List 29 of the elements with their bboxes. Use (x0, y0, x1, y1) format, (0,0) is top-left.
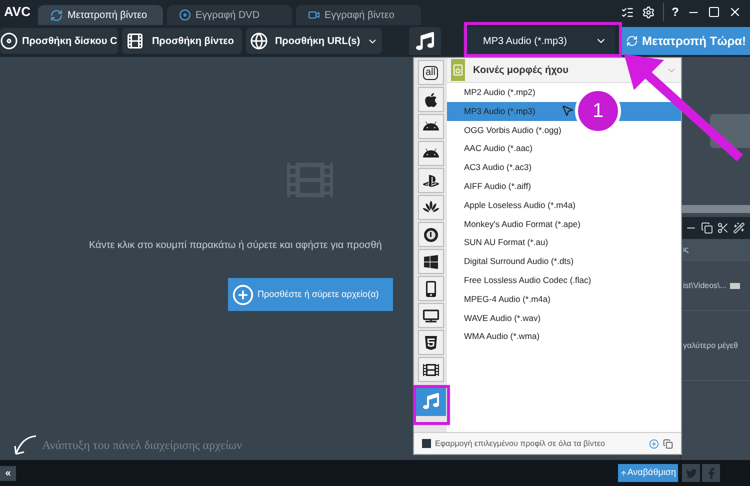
menu-header-title: Κοινές μορφές ήχου (473, 64, 570, 78)
empty-state-message: Κάντε κλικ στο κουμπί παρακάτω ή σύρετε και αφήστε για προσθή (89, 239, 382, 253)
format-item[interactable]: Apple Loseless Audio (*.m4a) (447, 196, 681, 215)
toolbar-button[interactable]: Προσθήκη δίσκου C (0, 28, 118, 54)
format-item[interactable]: AC3 Audio (*.ac3) (447, 158, 681, 177)
panel-row-text: γαλύτερο μέγεθ (682, 340, 738, 352)
format-item[interactable]: Digital Surround Audio (*.dts) (447, 252, 681, 271)
format-item[interactable]: MPEG-4 Audio (*.m4a) (447, 290, 681, 309)
toolbar-button[interactable]: Προσθήκη βίντεο (122, 28, 242, 54)
all-label: all (423, 66, 438, 80)
format-dropdown[interactable]: MP3 Audio (*.mp3) (463, 27, 615, 55)
tab[interactable]: Μετατροπή βίντεο (38, 5, 164, 25)
format-item[interactable]: AIFF Audio (*.aiff) (447, 176, 681, 196)
format-item[interactable]: Monkey's Audio Format (*.ape) (447, 214, 681, 234)
toolbar-button[interactable]: Προσθήκη URL(s) (246, 28, 382, 54)
collapse-button[interactable]: « (0, 466, 16, 480)
format-item[interactable]: WAVE Audio (*.wav) (447, 308, 681, 328)
format-item[interactable]: WMA Audio (*.wma) (447, 327, 681, 346)
format-item[interactable]: SUN AU Format (*.au) (447, 233, 681, 252)
hint-text: Ανάπτυξη του πάνελ διαχείρισης αρχείων (42, 437, 242, 454)
apply-all-label: Εφαρμογή επιλεγμένου προφίλ σε όλα τα βίντεο (435, 438, 606, 450)
tab[interactable]: Εγγραφή βίντεο (296, 5, 422, 25)
panel-row-text: ist\Videos\... (682, 280, 726, 292)
format-item[interactable]: Free Lossless Audio Codec (.flac) (447, 270, 681, 290)
tab[interactable]: Εγγραφή DVD (167, 5, 292, 25)
category-button[interactable]: all (418, 60, 444, 85)
format-item[interactable]: AAC Audio (*.aac) (447, 139, 681, 158)
panel-row-text: ις (682, 244, 689, 256)
app-logo: AVC (3, 2, 32, 20)
